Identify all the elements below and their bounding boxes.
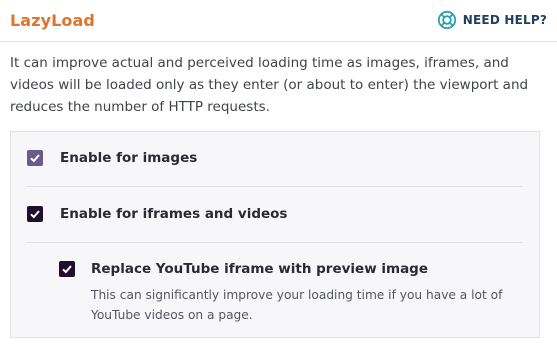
need-help-label: NEED HELP? (462, 13, 547, 27)
section-description: It can improve actual and perceived load… (10, 55, 529, 115)
option-row-iframes[interactable]: Enable for iframes and videos (27, 206, 539, 222)
enable-iframes-label: Enable for iframes and videos (60, 206, 288, 222)
option-row-images[interactable]: Enable for images (27, 150, 539, 166)
checkmark-icon (30, 210, 40, 219)
option-separator (27, 186, 523, 187)
option-row-youtube[interactable]: Replace YouTube iframe with preview imag… (59, 261, 539, 277)
lazyload-settings-panel: LazyLoad NEED HELP? It can improve actua… (0, 0, 557, 353)
youtube-preview-description: This can significantly improve your load… (91, 288, 503, 322)
enable-images-checkbox[interactable] (27, 150, 43, 166)
lifebuoy-icon (437, 10, 457, 30)
enable-images-label: Enable for images (60, 150, 198, 166)
option-separator (27, 242, 523, 243)
need-help-link[interactable]: NEED HELP? (437, 10, 547, 30)
checkmark-icon (62, 265, 72, 274)
section-title: LazyLoad (10, 11, 95, 30)
youtube-preview-checkbox[interactable] (59, 261, 75, 277)
checkmark-icon (30, 154, 40, 163)
options-panel: Enable for images Enable for iframes and… (10, 131, 540, 338)
youtube-preview-label: Replace YouTube iframe with preview imag… (91, 261, 428, 277)
header-divider (0, 41, 557, 42)
enable-iframes-checkbox[interactable] (27, 206, 43, 222)
